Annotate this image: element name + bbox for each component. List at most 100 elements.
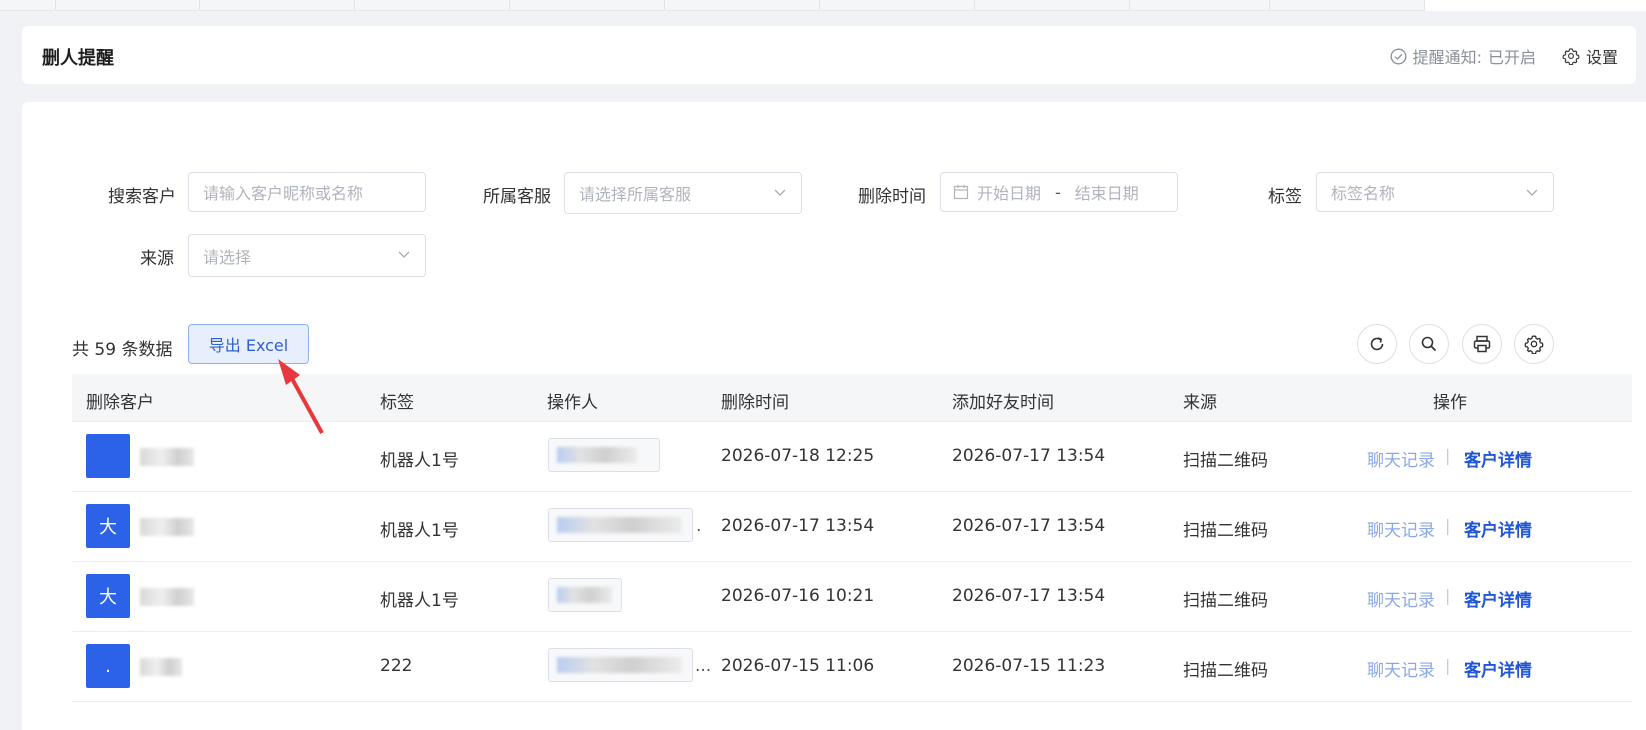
column-header: 添加好友时间 [952,393,1054,413]
print-button[interactable] [1462,324,1502,364]
column-header: 标签 [380,393,414,413]
avatar: 大 [86,574,130,618]
add-time-cell: 2026-07-17 13:54 [952,446,1106,466]
tag-cell: 机器人1号 [380,521,459,541]
record-count: 共 59 条数据 [72,340,173,360]
customer-name-blurred [140,448,194,466]
calendar-icon [953,185,969,200]
search-toggle-button[interactable] [1409,324,1449,364]
printer-icon [1473,335,1491,353]
end-date-input[interactable]: 结束日期 [1075,180,1139,204]
column-header: 操作人 [547,393,598,413]
customer-detail-link[interactable]: 客户详情 [1464,446,1532,471]
notify-value: 已开启 [1487,48,1536,67]
customer-detail-link[interactable]: 客户详情 [1464,516,1532,541]
chat-record-link[interactable]: 聊天记录 [1367,516,1435,541]
avatar [86,434,130,478]
operator-chip [548,578,622,612]
delete-date-range[interactable]: 开始日期 - 结束日期 [940,172,1178,212]
tab[interactable] [355,0,510,11]
chevron-down-icon [1526,189,1538,196]
gear-icon [1524,335,1544,354]
delete-time-label: 删除时间 [858,187,926,207]
delete-time-cell: 2026-07-16 10:21 [721,586,875,606]
main-card: 搜索客户 请输入客户昵称或名称 所属客服 请选择所属客服 删除时间 开始日期 -… [22,102,1646,730]
service-select[interactable]: 请选择所属客服 [564,172,802,214]
link-separator: | [1445,516,1451,535]
source-select[interactable]: 请选择 [188,234,426,277]
table-row: 大 机器人1号 2026-07-16 10:21 2026-07-17 13:5… [72,562,1632,632]
page-title: 删人提醒 [42,48,114,69]
customer-name-blurred [140,588,194,606]
settings-label: 设置 [1585,48,1618,67]
tag-cell: 机器人1号 [380,591,459,611]
tag-select[interactable]: 标签名称 [1316,172,1554,212]
chat-record-link[interactable]: 聊天记录 [1367,586,1435,611]
tag-cell: 222 [380,656,413,676]
source-cell: 扫描二维码 [1183,521,1268,541]
tag-cell: 机器人1号 [380,451,459,471]
search-icon [1421,336,1437,352]
settings-button[interactable]: 设置 [1562,44,1618,68]
source-cell: 扫描二维码 [1183,591,1268,611]
tab[interactable] [510,0,665,11]
customer-detail-link[interactable]: 客户详情 [1464,586,1532,611]
tab[interactable] [200,0,355,11]
avatar: 大 [86,504,130,548]
date-range-separator: - [1055,182,1061,202]
chat-record-link[interactable]: 聊天记录 [1367,446,1435,471]
column-header: 来源 [1183,393,1217,413]
tab[interactable] [1270,0,1425,11]
delete-time-cell: 2026-07-17 13:54 [721,516,875,536]
top-tab-strip [0,0,1646,11]
tab[interactable] [665,0,820,11]
link-separator: | [1445,446,1451,465]
customer-search-input[interactable]: 请输入客户昵称或名称 [188,172,426,212]
operator-overflow: . [696,516,702,536]
header-card: 删人提醒 提醒通知: 已开启 设置 [22,26,1636,84]
add-time-cell: 2026-07-15 11:23 [952,656,1106,676]
tab[interactable] [1130,0,1270,11]
source-cell: 扫描二维码 [1183,451,1268,471]
gear-icon [1562,48,1580,65]
source-cell: 扫描二维码 [1183,661,1268,681]
link-separator: | [1445,586,1451,605]
customer-detail-link[interactable]: 客户详情 [1464,656,1532,681]
operator-chip [548,438,660,472]
source-label: 来源 [140,249,174,269]
customer-name-blurred [140,658,182,676]
tab[interactable] [0,0,56,11]
check-circle-icon [1390,48,1407,64]
tab[interactable] [820,0,975,11]
tab[interactable] [56,0,200,11]
avatar: . [86,644,130,688]
add-time-cell: 2026-07-17 13:54 [952,516,1106,536]
chevron-down-icon [774,189,786,196]
operator-chip [548,648,693,682]
link-separator: | [1445,656,1451,675]
chevron-down-icon [398,251,410,258]
tab-active[interactable] [1425,0,1646,11]
column-settings-button[interactable] [1514,324,1554,364]
column-header: 操作 [1433,393,1467,413]
customer-name-blurred [140,518,194,536]
operator-overflow: ... [695,656,712,676]
tab[interactable] [975,0,1130,11]
operator-chip [548,508,693,542]
start-date-input[interactable]: 开始日期 [977,180,1041,204]
table-row: . 222 ... 2026-07-15 11:06 2026-07-15 11… [72,632,1632,702]
notify-label: 提醒通知: [1412,48,1482,67]
table-row: 大 机器人1号 . 2026-07-17 13:54 2026-07-17 13… [72,492,1632,562]
column-header: 删除客户 [86,393,154,413]
add-time-cell: 2026-07-17 13:54 [952,586,1106,606]
annotation-arrow-icon [278,359,324,434]
chat-record-link[interactable]: 聊天记录 [1367,656,1435,681]
notify-status: 提醒通知: 已开启 [1390,44,1536,68]
customer-search-label: 搜索客户 [108,187,176,207]
delete-time-cell: 2026-07-15 11:06 [721,656,875,676]
tag-label: 标签 [1268,187,1302,207]
delete-time-cell: 2026-07-18 12:25 [721,446,875,466]
service-label: 所属客服 [483,187,551,207]
refresh-button[interactable] [1357,324,1397,364]
column-header: 删除时间 [721,393,789,413]
